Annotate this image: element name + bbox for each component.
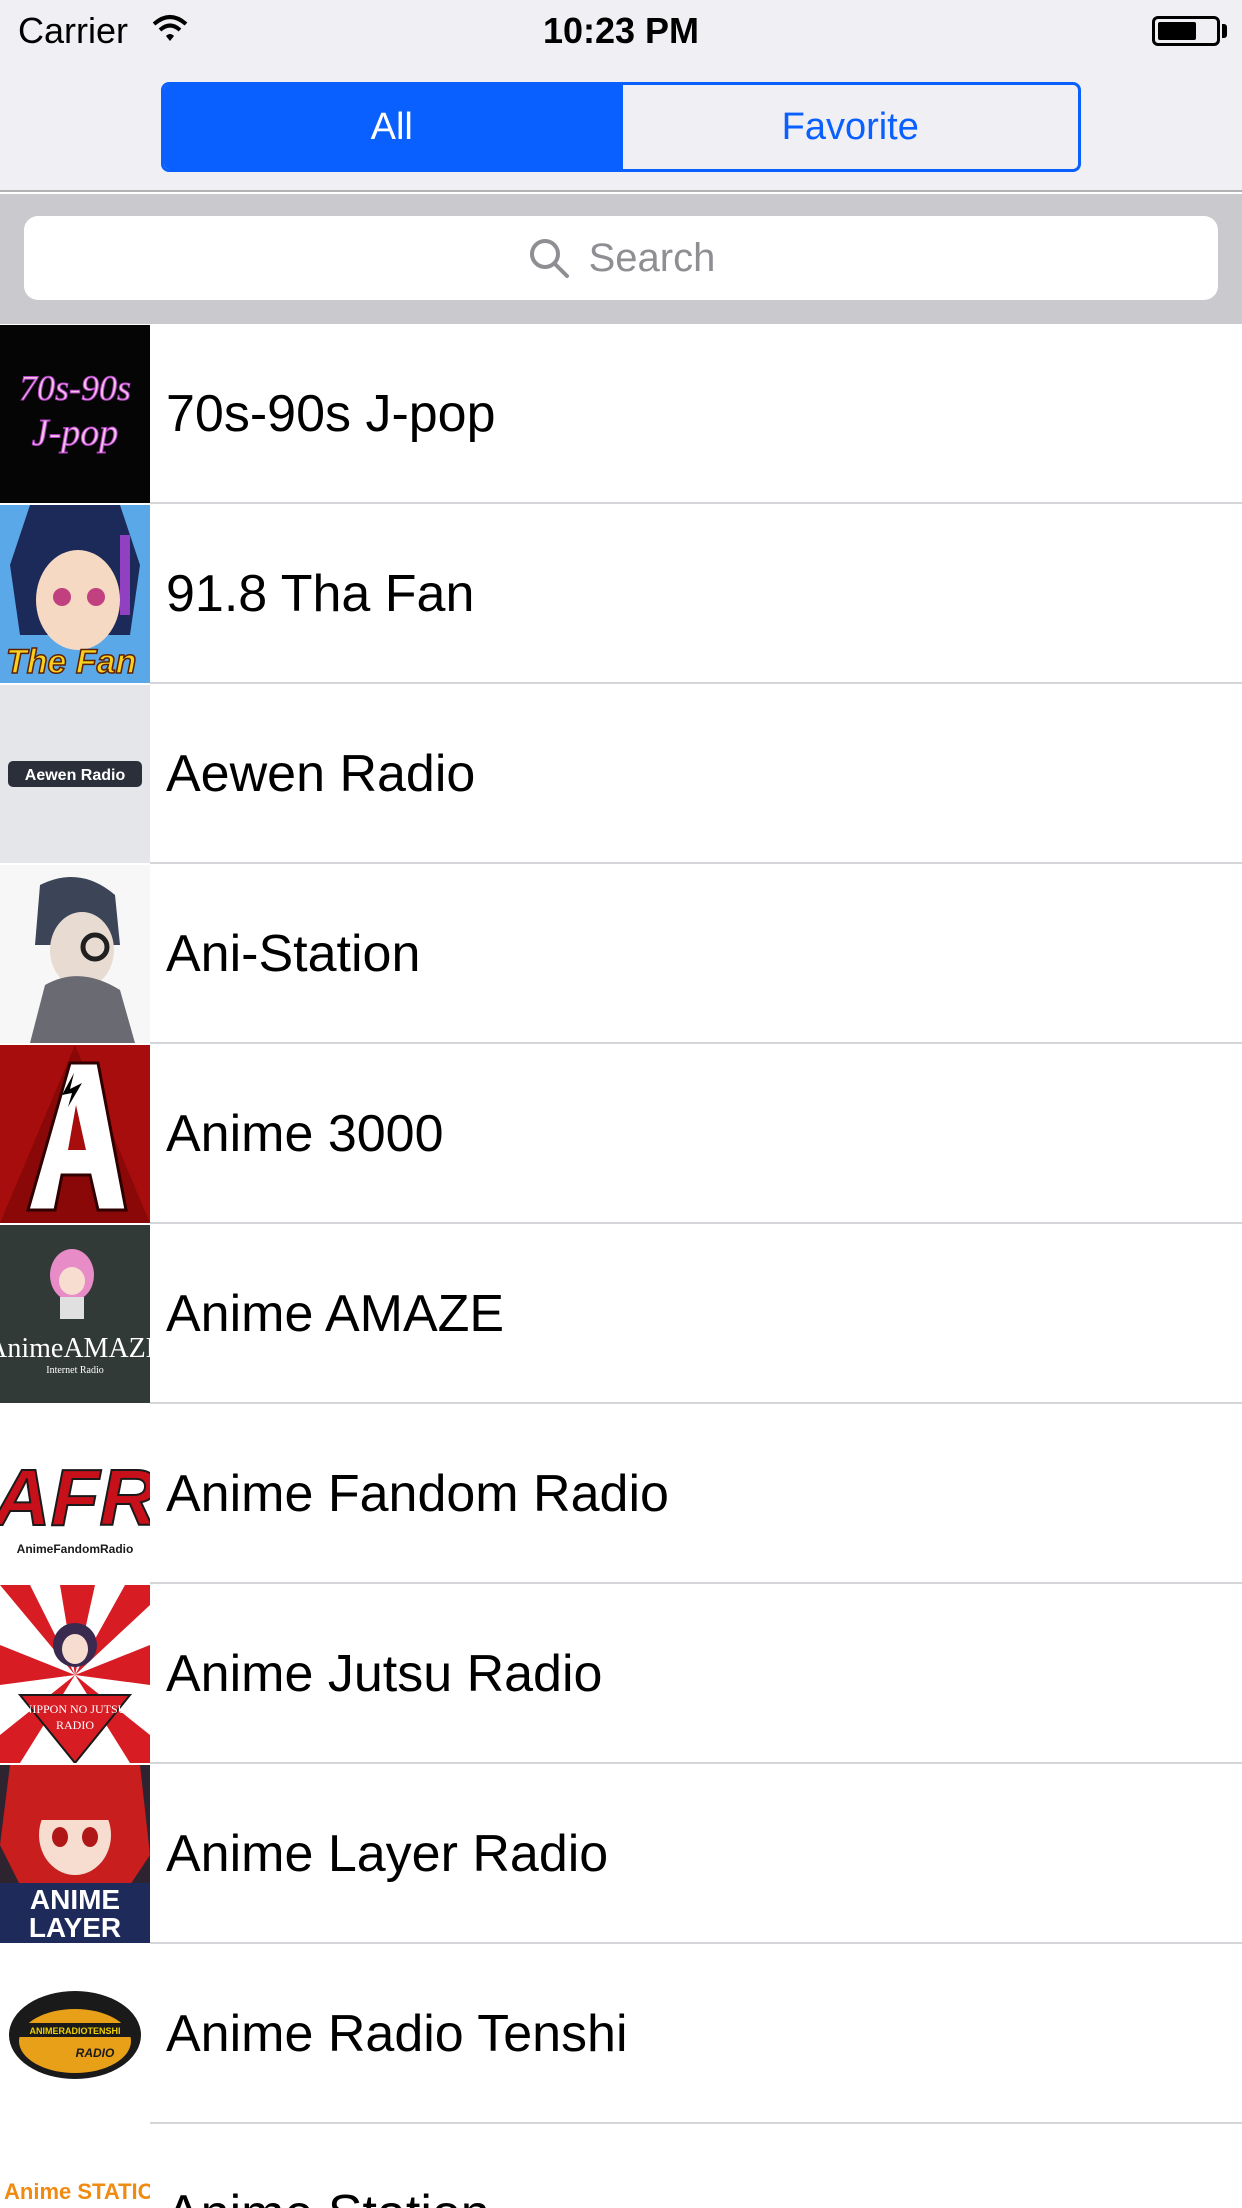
station-logo: The Fan [0, 505, 150, 683]
list-item[interactable]: AFR AnimeFandomRadio Anime Fandom Radio [0, 1404, 1242, 1584]
station-logo: Aewen Radio [0, 685, 150, 863]
station-name: Anime Station [166, 2184, 490, 2208]
list-item[interactable]: NIPPON NO JUTSU RADIO Anime Jutsu Radio [0, 1584, 1242, 1764]
logo-text: Anime STATION [4, 2179, 150, 2204]
station-logo: ANIMERADIOTENSHI RADIO [0, 1945, 150, 2123]
logo-text: ANIMERADIOTENSHI [29, 2026, 120, 2036]
logo-text: J-pop [32, 412, 119, 454]
navigation-bar: All Favorite [0, 62, 1242, 192]
station-name: Anime Radio Tenshi [166, 2005, 628, 2063]
search-icon [529, 239, 569, 278]
battery-tip [1222, 24, 1227, 38]
list-item[interactable]: Anime 3000 [0, 1044, 1242, 1224]
logo-text: AnimeAMAZE [0, 1333, 150, 1364]
list-item[interactable]: Aewen Radio Aewen Radio [0, 684, 1242, 864]
station-name: Anime Layer Radio [166, 1825, 609, 1883]
list-item[interactable]: ANIMERADIOTENSHI RADIO Anime Radio Tensh… [0, 1944, 1242, 2124]
station-logo: AFR AnimeFandomRadio [0, 1405, 150, 1583]
station-name: Ani-Station [166, 925, 421, 983]
battery-icon [1152, 16, 1220, 46]
station-name: 91.8 Tha Fan [166, 565, 475, 623]
segment-all[interactable]: All [164, 85, 620, 169]
logo-text: AnimeFandomRadio [17, 1542, 134, 1556]
logo-text: 70s-90s [19, 368, 131, 408]
station-name: Anime Fandom Radio [166, 1465, 669, 1523]
logo-text: AFR [0, 1453, 150, 1542]
status-bar: Carrier 10:23 PM [0, 0, 1242, 62]
station-name: Anime Jutsu Radio [166, 1645, 603, 1703]
station-logo: 70s-90s J-pop [0, 325, 150, 503]
logo-text: ANIME [30, 1884, 120, 1915]
search-placeholder: Search [588, 235, 716, 280]
station-name: Anime 3000 [166, 1105, 444, 1163]
segmented-control: All Favorite [161, 82, 1081, 172]
station-list: 70s-90s J-pop 70s-90s J-pop The Fan 91.8… [0, 324, 1242, 2208]
logo-text: LAYER [29, 1912, 121, 1943]
station-name: 70s-90s J-pop [166, 385, 496, 443]
logo-text: The Fan [6, 643, 136, 681]
segment-favorite[interactable]: Favorite [619, 85, 1079, 169]
search-bar: Search [0, 194, 1242, 324]
station-logo: AnimeAMAZE Internet Radio [0, 1225, 150, 1403]
search-input[interactable]: Search [24, 216, 1218, 300]
station-logo: NIPPON NO JUTSU RADIO [0, 1585, 150, 1763]
list-item[interactable]: 70s-90s J-pop 70s-90s J-pop [0, 324, 1242, 504]
list-item[interactable]: ANIME LAYER Anime Layer Radio [0, 1764, 1242, 1944]
station-name: Anime AMAZE [166, 1285, 505, 1343]
station-logo: ANIME LAYER [0, 1765, 150, 1943]
station-name: Aewen Radio [166, 745, 476, 803]
logo-text: RADIO [56, 1718, 94, 1732]
station-logo: Anime STATION [0, 2125, 150, 2208]
logo-text: RADIO [76, 2046, 115, 2060]
list-item[interactable]: Anime STATION Anime Station [0, 2124, 1242, 2208]
station-logo [0, 1045, 150, 1223]
status-time: 10:23 PM [542, 10, 700, 51]
station-logo [0, 865, 150, 1043]
logo-text: Internet Radio [46, 1365, 103, 1376]
list-item[interactable]: AnimeAMAZE Internet Radio Anime AMAZE [0, 1224, 1242, 1404]
logo-text: NIPPON NO JUTSU [24, 1702, 127, 1716]
logo-text: Aewen Radio [25, 767, 126, 784]
list-item[interactable]: Ani-Station [0, 864, 1242, 1044]
list-item[interactable]: The Fan 91.8 Tha Fan [0, 504, 1242, 684]
